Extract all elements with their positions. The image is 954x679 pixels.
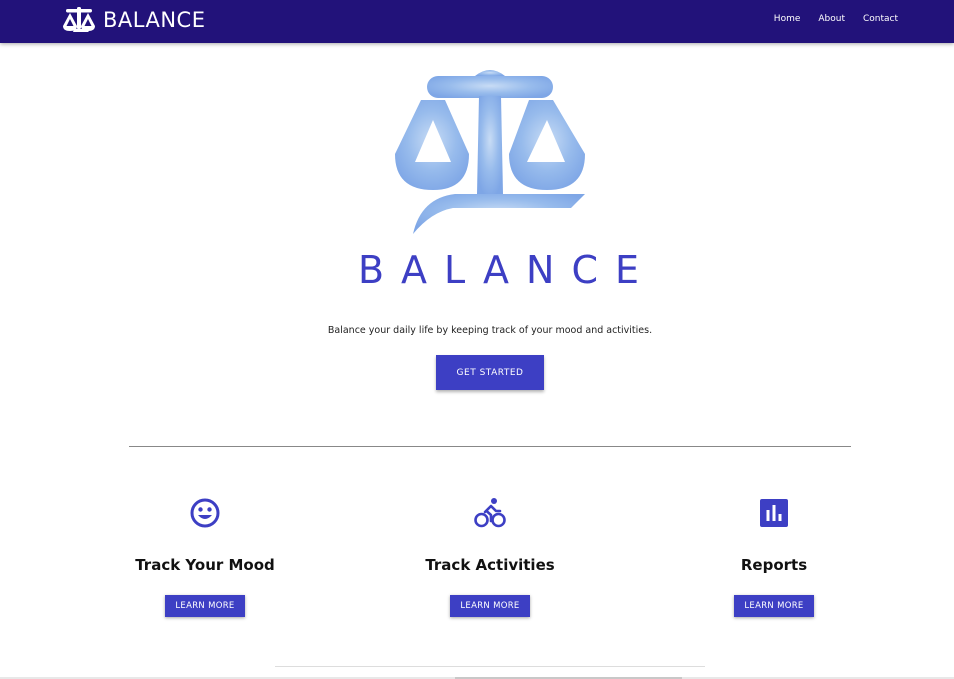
learn-more-activities-button[interactable]: LEARN MORE [450,595,530,617]
nav-link-about[interactable]: About [809,14,854,24]
feature-reports: Reports LEARN MORE [674,496,874,617]
learn-more-reports-button[interactable]: LEARN MORE [734,595,814,617]
feature-title: Track Activities [425,556,555,574]
hero-title: BALANCE [357,248,657,292]
bicycle-icon [474,498,506,528]
hero-tagline: Balance your daily life by keeping track… [327,325,653,336]
feature-title: Reports [740,556,808,574]
top-navbar: BALANCE Home About Contact [0,0,954,43]
get-started-button[interactable]: GET STARTED [436,355,544,390]
bar-chart-icon [760,499,788,527]
nav-link-contact[interactable]: Contact [854,14,907,24]
learn-more-mood-button[interactable]: LEARN MORE [165,595,245,617]
feature-track-mood: Track Your Mood LEARN MORE [105,496,305,617]
feature-track-activities: Track Activities LEARN MORE [390,496,590,617]
nav-link-home[interactable]: Home [765,14,810,24]
balance-scale-logo [395,70,585,234]
smiley-face-icon [190,498,220,528]
brand-link[interactable]: BALANCE [62,5,205,35]
brand-name: BALANCE [103,8,206,32]
nav-links: Home About Contact [765,14,907,24]
feature-title: Track Your Mood [135,556,275,574]
bottom-divider [275,666,705,667]
section-divider [129,446,851,447]
balance-scale-icon [63,7,95,32]
